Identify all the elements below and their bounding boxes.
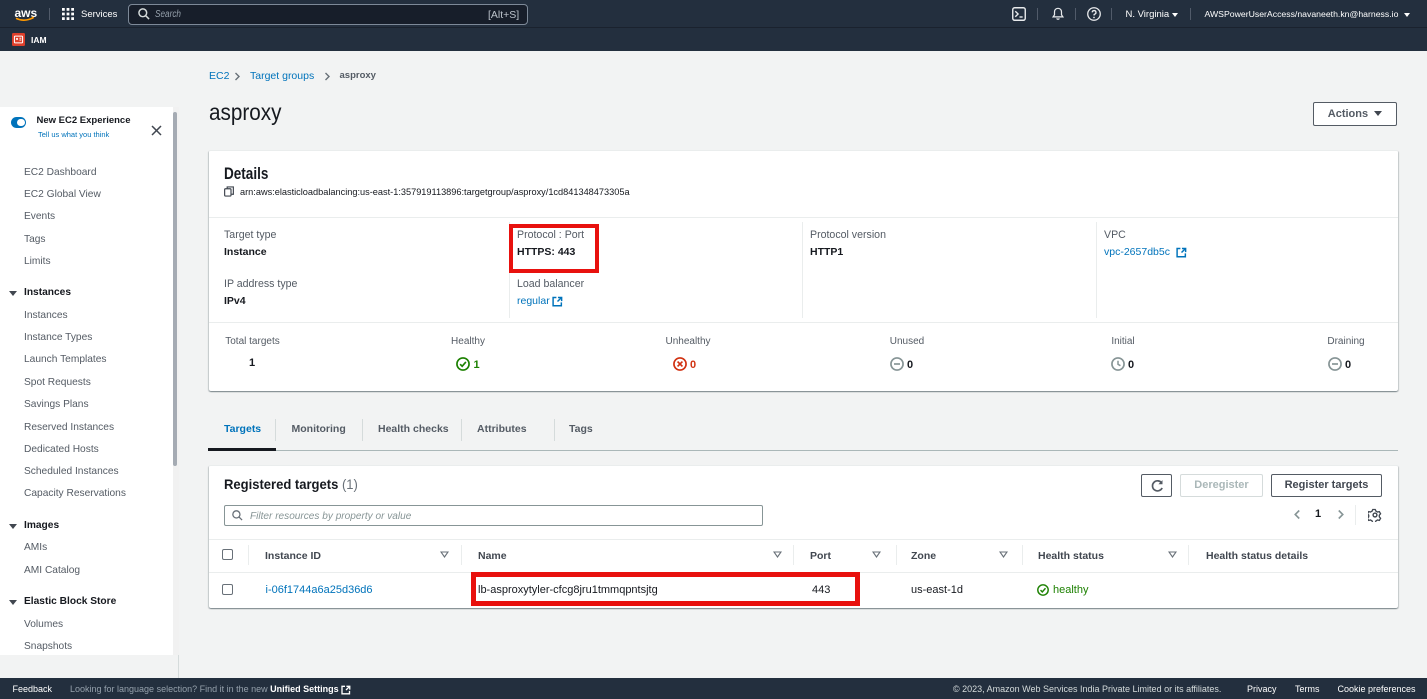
svg-text:aws: aws	[14, 6, 37, 20]
